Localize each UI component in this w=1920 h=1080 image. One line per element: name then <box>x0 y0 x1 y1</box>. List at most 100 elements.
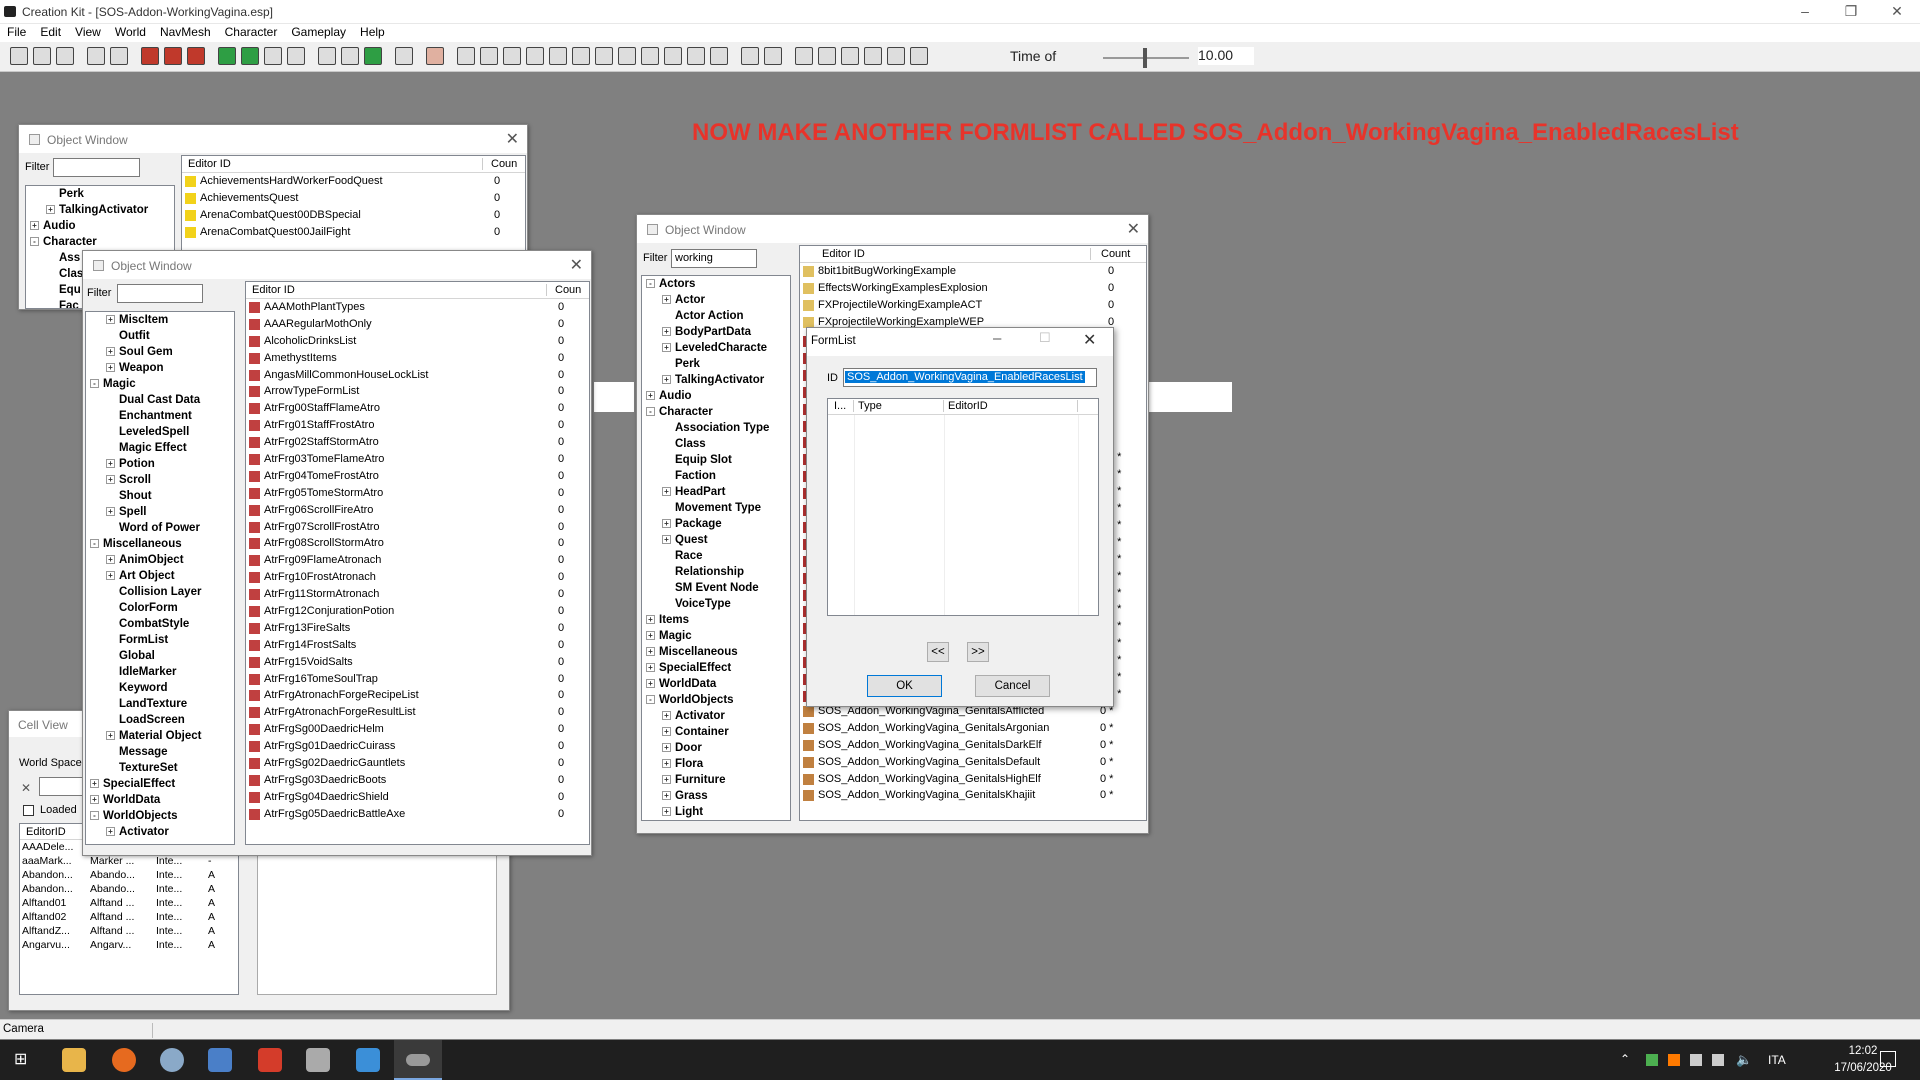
object-window-1-titlebar[interactable]: Object Window ✕ <box>19 125 527 153</box>
list-item[interactable]: AtrFrg01StaffFrostAtro 0 <box>246 417 589 434</box>
tree-item[interactable]: + Grass <box>642 788 790 804</box>
tool-7-icon[interactable] <box>595 47 613 65</box>
tree-item[interactable]: + WorldData <box>642 676 790 692</box>
ok-button[interactable]: OK <box>867 675 942 697</box>
cancel-button[interactable]: Cancel <box>975 675 1050 697</box>
menu-gameplay[interactable]: Gameplay <box>284 24 353 39</box>
tray-chevron-icon[interactable]: ⌃ <box>1620 1052 1630 1066</box>
tree-item[interactable]: + Art Object <box>86 568 234 584</box>
expand-icon[interactable]: + <box>662 343 671 353</box>
col-count[interactable]: Count <box>1090 248 1130 260</box>
cell-row[interactable]: Alftand02 Alftand ... Inte... A <box>20 910 238 924</box>
firefox-icon[interactable] <box>112 1048 136 1072</box>
app-icon-7[interactable] <box>356 1048 380 1072</box>
tree-item[interactable]: + Weapon <box>86 360 234 376</box>
list-item[interactable]: AngasMillCommonHouseLockList 0 <box>246 367 589 384</box>
windows-start-icon[interactable]: ⊞ <box>14 1052 30 1068</box>
cell-object-list[interactable] <box>257 855 497 995</box>
tree-item[interactable]: + AnimObject <box>86 552 234 568</box>
col-count[interactable]: Coun <box>482 158 517 170</box>
list-item[interactable]: AtrFrg10FrostAtronach 0 <box>246 569 589 586</box>
tree-item[interactable]: Race <box>642 548 790 564</box>
file-explorer-icon[interactable] <box>62 1048 86 1072</box>
list-item[interactable]: ArrowTypeFormList 0 <box>246 383 589 400</box>
tree-item[interactable]: CombatStyle <box>86 616 234 632</box>
expand-icon[interactable]: + <box>646 631 655 641</box>
tree-item[interactable]: + LeveledCharacte <box>642 340 790 356</box>
light-icon[interactable] <box>318 47 336 65</box>
list-item[interactable]: SOS_Addon_WorkingVagina_GenitalsDarkElf 0… <box>800 737 1146 754</box>
cell-row[interactable]: aaaMark... Marker ... Inte... - <box>20 854 238 868</box>
tree-item[interactable]: + Potion <box>86 456 234 472</box>
expand-icon[interactable]: + <box>46 205 55 215</box>
tree-item[interactable]: Perk <box>642 356 790 372</box>
minimize-icon[interactable]: – <box>1782 0 1828 24</box>
list-item[interactable]: AtrFrgAtronachForgeRecipeList 0 <box>246 687 589 704</box>
expand-icon[interactable]: + <box>646 615 655 625</box>
menu-file[interactable]: File <box>0 24 33 39</box>
redo-icon[interactable] <box>110 47 128 65</box>
list-item[interactable]: AtrFrg16TomeSoulTrap 0 <box>246 671 589 688</box>
tool-3-icon[interactable] <box>503 47 521 65</box>
cell-row[interactable]: AlftandZ... Alftand ... Inte... A <box>20 924 238 938</box>
tree-item[interactable]: + Actor <box>642 292 790 308</box>
render-window-icon[interactable] <box>141 47 159 65</box>
cell-row[interactable]: Abandon... Abando... Inte... A <box>20 882 238 896</box>
tree-item[interactable]: Keyword <box>86 680 234 696</box>
expand-icon[interactable]: + <box>106 507 115 517</box>
tree-item[interactable]: VoiceType <box>642 596 790 612</box>
tree-item[interactable]: + Items <box>642 612 790 628</box>
expand-icon[interactable]: - <box>646 695 655 705</box>
menu-view[interactable]: View <box>68 24 108 39</box>
list-item[interactable]: AtrFrg14FrostSalts 0 <box>246 637 589 654</box>
expand-icon[interactable]: + <box>662 487 671 497</box>
tree-item[interactable]: - WorldObjects <box>642 692 790 708</box>
tree-item[interactable]: + SpecialEffect <box>642 660 790 676</box>
tree-item[interactable]: + Package <box>642 516 790 532</box>
list-item[interactable]: SOS_Addon_WorkingVagina_GenitalsArgonian… <box>800 720 1146 737</box>
tree-item[interactable]: + BodyPartData <box>642 324 790 340</box>
close-icon[interactable]: ✕ <box>570 255 583 275</box>
object-window-3-tree[interactable]: - Actors + Actor Actor Action + BodyPartData + L… <box>641 275 791 821</box>
expand-icon[interactable]: + <box>646 679 655 689</box>
tool-19-icon[interactable] <box>887 47 905 65</box>
tree-item[interactable]: SM Event Node <box>642 580 790 596</box>
expand-icon[interactable]: + <box>662 743 671 753</box>
tree-item[interactable]: + Audio <box>26 218 174 234</box>
tool-14-icon[interactable] <box>764 47 782 65</box>
restore-icon[interactable]: ❐ <box>1828 0 1874 24</box>
expand-icon[interactable]: + <box>106 827 115 837</box>
tree-item[interactable]: + HeadPart <box>642 484 790 500</box>
notifications-icon[interactable] <box>1880 1051 1896 1067</box>
list-item[interactable]: AtrFrg06ScrollFireAtro 0 <box>246 502 589 519</box>
menu-character[interactable]: Character <box>218 24 285 39</box>
maximize-icon[interactable]: ☐ <box>1039 330 1051 346</box>
list-item[interactable]: AtrFrg15VoidSalts 0 <box>246 654 589 671</box>
close-icon[interactable]: ✕ <box>1127 219 1140 239</box>
tree-item[interactable]: ColorForm <box>86 600 234 616</box>
tree-item[interactable]: + MiscItem <box>86 312 234 328</box>
tree-item[interactable]: + Magic <box>642 628 790 644</box>
tool-4-icon[interactable] <box>526 47 544 65</box>
expand-icon[interactable]: - <box>30 237 39 247</box>
tree-item[interactable]: Faction <box>642 468 790 484</box>
dialogue-icon[interactable] <box>395 47 413 65</box>
menu-navmesh[interactable]: NavMesh <box>153 24 218 39</box>
tool-12-icon[interactable] <box>710 47 728 65</box>
sky-icon[interactable] <box>341 47 359 65</box>
expand-icon[interactable]: + <box>662 807 671 817</box>
list-item[interactable]: AAAMothPlantTypes 0 <box>246 299 589 316</box>
cell-row[interactable]: Alftand01 Alftand ... Inte... A <box>20 896 238 910</box>
col-i[interactable]: I... <box>834 400 854 412</box>
expand-icon[interactable]: + <box>662 711 671 721</box>
tree-item[interactable]: + TalkingActivator <box>26 202 174 218</box>
tree-item[interactable]: Shout <box>86 488 234 504</box>
scene-icon[interactable] <box>426 47 444 65</box>
expand-icon[interactable]: + <box>106 571 115 581</box>
grass-icon[interactable] <box>364 47 382 65</box>
list-item[interactable]: 8bit1bitBugWorkingExample 0 <box>800 263 1146 280</box>
tree-item[interactable]: + Quest <box>642 532 790 548</box>
expand-icon[interactable]: + <box>106 315 115 325</box>
list-item[interactable]: AtrFrgSg01DaedricCuirass 0 <box>246 738 589 755</box>
expand-icon[interactable]: + <box>646 391 655 401</box>
